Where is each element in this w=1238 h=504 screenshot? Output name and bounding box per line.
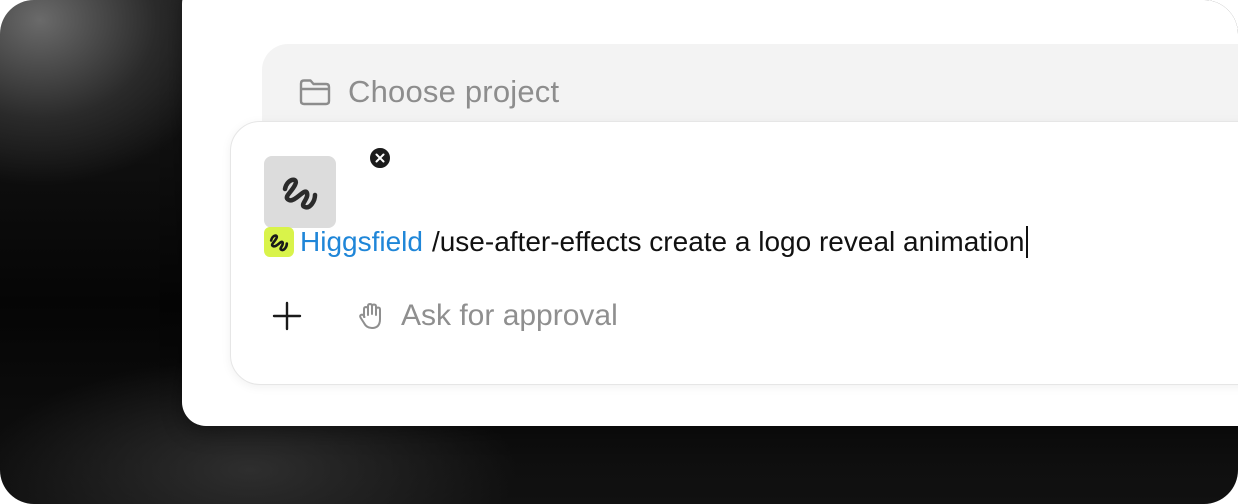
folder-icon (299, 79, 331, 106)
composer-toolbar: Ask for approval (269, 298, 618, 334)
skill-chip-icon (264, 227, 294, 257)
text-caret (1026, 226, 1029, 258)
close-icon (375, 153, 385, 163)
project-label: Choose project (348, 74, 560, 109)
dark-backdrop: Choose project Higgsfield /use-after-eff… (0, 0, 1238, 504)
ask-for-approval-button[interactable]: Ask for approval (355, 299, 618, 333)
prompt-text: /use-after-effects create a logo reveal … (431, 226, 1025, 257)
prompt-input[interactable]: Higgsfield /use-after-effects create a l… (264, 226, 1029, 258)
ask-for-approval-label: Ask for approval (401, 299, 618, 332)
prompt-composer: Higgsfield /use-after-effects create a l… (230, 121, 1238, 385)
higgsfield-logo-icon (282, 177, 318, 210)
plus-icon (272, 301, 302, 331)
attachment-thumbnail[interactable] (264, 156, 336, 228)
skill-mention[interactable]: Higgsfield (300, 226, 423, 258)
project-selector-row[interactable]: Choose project (298, 74, 559, 110)
app-window: Choose project Higgsfield /use-after-eff… (182, 0, 1238, 426)
add-button[interactable] (269, 298, 305, 334)
remove-attachment-button[interactable] (368, 146, 392, 170)
higgsfield-logo-icon (269, 234, 289, 252)
hand-icon (359, 303, 381, 329)
